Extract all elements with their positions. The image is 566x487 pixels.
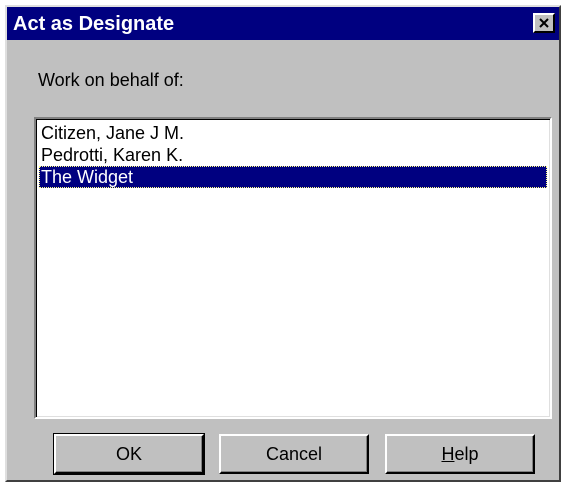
close-button[interactable] [533,13,555,33]
list-item-selected[interactable]: The Widget [39,166,547,188]
designate-listbox[interactable]: Citizen, Jane J M. Pedrotti, Karen K. Th… [34,117,552,419]
cancel-button[interactable]: Cancel [219,434,369,474]
designate-list: Citizen, Jane J M. Pedrotti, Karen K. Th… [39,122,547,188]
list-item[interactable]: Pedrotti, Karen K. [39,144,547,166]
help-mnemonic: H [441,444,455,464]
work-on-behalf-label: Work on behalf of: [38,70,184,90]
list-item[interactable]: Citizen, Jane J M. [39,122,547,144]
ok-button[interactable]: OK [53,433,205,475]
close-icon [539,18,549,28]
window-title: Act as Designate [13,13,175,35]
help-label-rest: elp [454,444,479,464]
title-bar[interactable]: Act as Designate [7,7,559,40]
act-as-designate-dialog: Act as Designate Work on behalf of: Citi… [5,5,561,482]
help-button[interactable]: Help [385,434,535,474]
